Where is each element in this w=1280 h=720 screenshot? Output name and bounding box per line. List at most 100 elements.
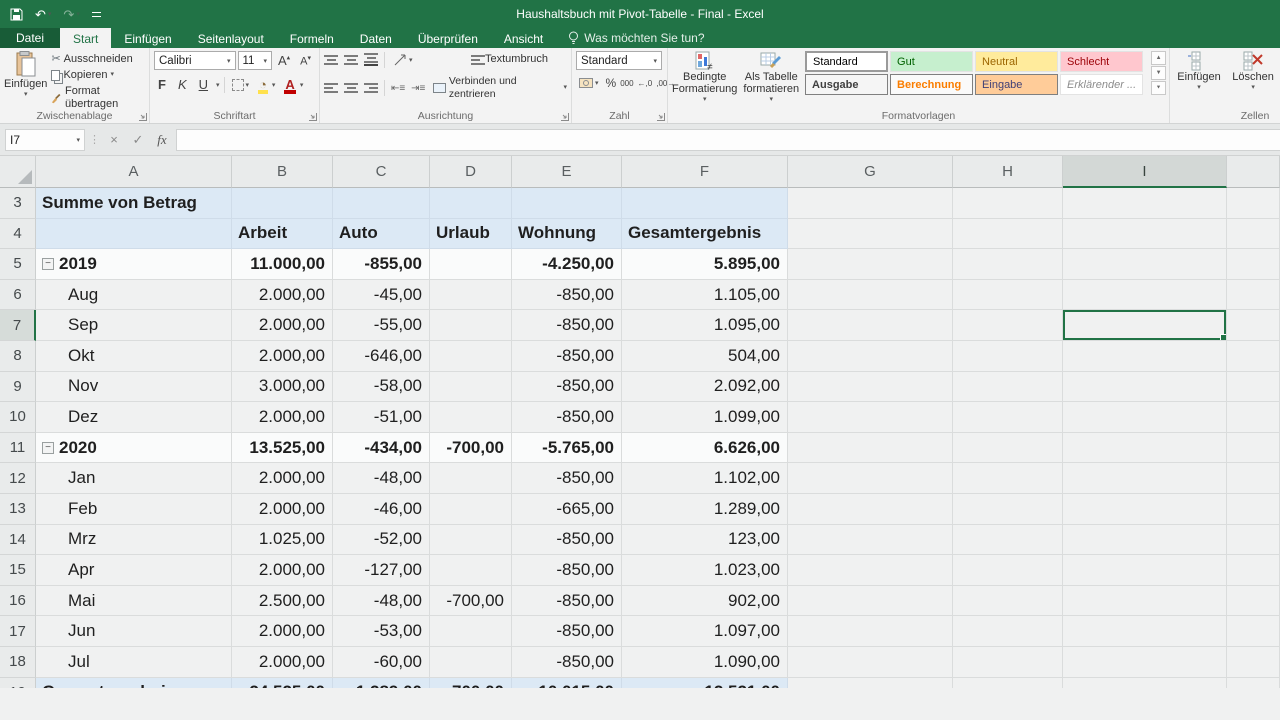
cell-B3[interactable]: [232, 188, 333, 219]
tab-einfuegen[interactable]: Einfügen: [111, 28, 184, 48]
cell-C14[interactable]: -52,00: [333, 525, 430, 556]
cell-H11[interactable]: [953, 433, 1063, 464]
underline-button[interactable]: U: [195, 77, 212, 92]
cell-A11[interactable]: −2020: [36, 433, 232, 464]
cell-F17[interactable]: 1.097,00: [622, 616, 788, 647]
cell-I7[interactable]: [1063, 310, 1227, 341]
cell-E3[interactable]: [512, 188, 622, 219]
cell-J7[interactable]: [1227, 310, 1280, 341]
gallery-up-icon[interactable]: ▲: [1151, 51, 1166, 65]
cell-J11[interactable]: [1227, 433, 1280, 464]
cell-B11[interactable]: 13.525,00: [232, 433, 333, 464]
decrease-indent-icon[interactable]: ⇤≡: [391, 83, 405, 94]
cell-E12[interactable]: -850,00: [512, 463, 622, 494]
cell-F11[interactable]: 6.626,00: [622, 433, 788, 464]
row-header-15[interactable]: 15: [0, 555, 36, 586]
cell-style-gut[interactable]: Gut: [890, 51, 973, 72]
cell-J3[interactable]: [1227, 188, 1280, 219]
cell-G12[interactable]: [788, 463, 953, 494]
column-header-E[interactable]: E: [512, 156, 622, 188]
cell-C9[interactable]: -58,00: [333, 372, 430, 403]
comma-style-button[interactable]: 000: [620, 79, 633, 88]
cell-G13[interactable]: [788, 494, 953, 525]
cell-J5[interactable]: [1227, 249, 1280, 280]
cell-G16[interactable]: [788, 586, 953, 617]
cell-B13[interactable]: 2.000,00: [232, 494, 333, 525]
row-header-7[interactable]: 7: [0, 310, 36, 341]
cell-G5[interactable]: [788, 249, 953, 280]
gallery-down-icon[interactable]: ▼: [1151, 66, 1166, 80]
column-header-F[interactable]: F: [622, 156, 788, 188]
cell-E4[interactable]: Wohnung: [512, 219, 622, 250]
cell-J13[interactable]: [1227, 494, 1280, 525]
name-box[interactable]: I7 ▾: [5, 129, 85, 151]
cell-E17[interactable]: -850,00: [512, 616, 622, 647]
select-all-button[interactable]: [0, 156, 36, 188]
cell-G7[interactable]: [788, 310, 953, 341]
dialog-launcher-icon[interactable]: [309, 113, 317, 121]
font-color-button[interactable]: A ▾: [282, 76, 306, 93]
cell-A15[interactable]: Apr: [36, 555, 232, 586]
column-header-C[interactable]: C: [333, 156, 430, 188]
column-header-partial[interactable]: [1227, 156, 1280, 188]
cell-G18[interactable]: [788, 647, 953, 678]
save-icon[interactable]: [10, 8, 23, 21]
cell-E16[interactable]: -850,00: [512, 586, 622, 617]
cell-J17[interactable]: [1227, 616, 1280, 647]
cell-A16[interactable]: Mai: [36, 586, 232, 617]
cell-B5[interactable]: 11.000,00: [232, 249, 333, 280]
merge-center-button[interactable]: Verbinden und zentrieren ▾: [433, 75, 567, 101]
insert-cells-button[interactable]: Einfügen ▾: [1174, 51, 1224, 91]
cell-I19[interactable]: [1063, 678, 1227, 689]
cell-D15[interactable]: [430, 555, 512, 586]
cell-I3[interactable]: [1063, 188, 1227, 219]
cell-A10[interactable]: Dez: [36, 402, 232, 433]
align-left-icon[interactable]: [324, 83, 338, 93]
cell-J10[interactable]: [1227, 402, 1280, 433]
cell-H18[interactable]: [953, 647, 1063, 678]
align-middle-icon[interactable]: [344, 55, 358, 65]
cell-B7[interactable]: 2.000,00: [232, 310, 333, 341]
row-header-16[interactable]: 16: [0, 586, 36, 617]
redo-button[interactable]: ↷▾: [63, 8, 79, 21]
cell-F18[interactable]: 1.090,00: [622, 647, 788, 678]
cell-H5[interactable]: [953, 249, 1063, 280]
cell-I9[interactable]: [1063, 372, 1227, 403]
cell-D19[interactable]: -700,00: [430, 678, 512, 689]
chevron-down-icon[interactable]: ▾: [216, 81, 220, 89]
wrap-text-button[interactable]: Textumbruch: [471, 53, 567, 67]
cell-B6[interactable]: 2.000,00: [232, 280, 333, 311]
cell-style-berechnung[interactable]: Berechnung: [890, 74, 973, 95]
cell-I6[interactable]: [1063, 280, 1227, 311]
cell-C19[interactable]: -1.289,00: [333, 678, 430, 689]
cell-E6[interactable]: -850,00: [512, 280, 622, 311]
column-header-D[interactable]: D: [430, 156, 512, 188]
cell-G9[interactable]: [788, 372, 953, 403]
cell-E15[interactable]: -850,00: [512, 555, 622, 586]
cancel-button[interactable]: ×: [104, 132, 124, 147]
conditional-formatting-button[interactable]: ≠ Bedingte Formatierung ▾: [672, 51, 737, 103]
orientation-button[interactable]: ▾: [391, 51, 416, 68]
cell-F7[interactable]: 1.095,00: [622, 310, 788, 341]
cell-H4[interactable]: [953, 219, 1063, 250]
collapse-outline-button[interactable]: −: [42, 258, 54, 270]
cell-H17[interactable]: [953, 616, 1063, 647]
cell-E10[interactable]: -850,00: [512, 402, 622, 433]
cell-D5[interactable]: [430, 249, 512, 280]
cell-E14[interactable]: -850,00: [512, 525, 622, 556]
grow-font-button[interactable]: A▴: [274, 53, 294, 68]
cell-A17[interactable]: Jun: [36, 616, 232, 647]
cell-H12[interactable]: [953, 463, 1063, 494]
row-header-6[interactable]: 6: [0, 280, 36, 311]
cell-A18[interactable]: Jul: [36, 647, 232, 678]
cell-A9[interactable]: Nov: [36, 372, 232, 403]
delete-cells-button[interactable]: Löschen ▾: [1228, 51, 1278, 91]
cell-A7[interactable]: Sep: [36, 310, 232, 341]
column-header-H[interactable]: H: [953, 156, 1063, 188]
column-header-I[interactable]: I: [1063, 156, 1227, 188]
cell-I11[interactable]: [1063, 433, 1227, 464]
cell-A3[interactable]: Summe von Betrag: [36, 188, 232, 219]
cell-B17[interactable]: 2.000,00: [232, 616, 333, 647]
align-top-icon[interactable]: [324, 55, 338, 65]
cell-H8[interactable]: [953, 341, 1063, 372]
